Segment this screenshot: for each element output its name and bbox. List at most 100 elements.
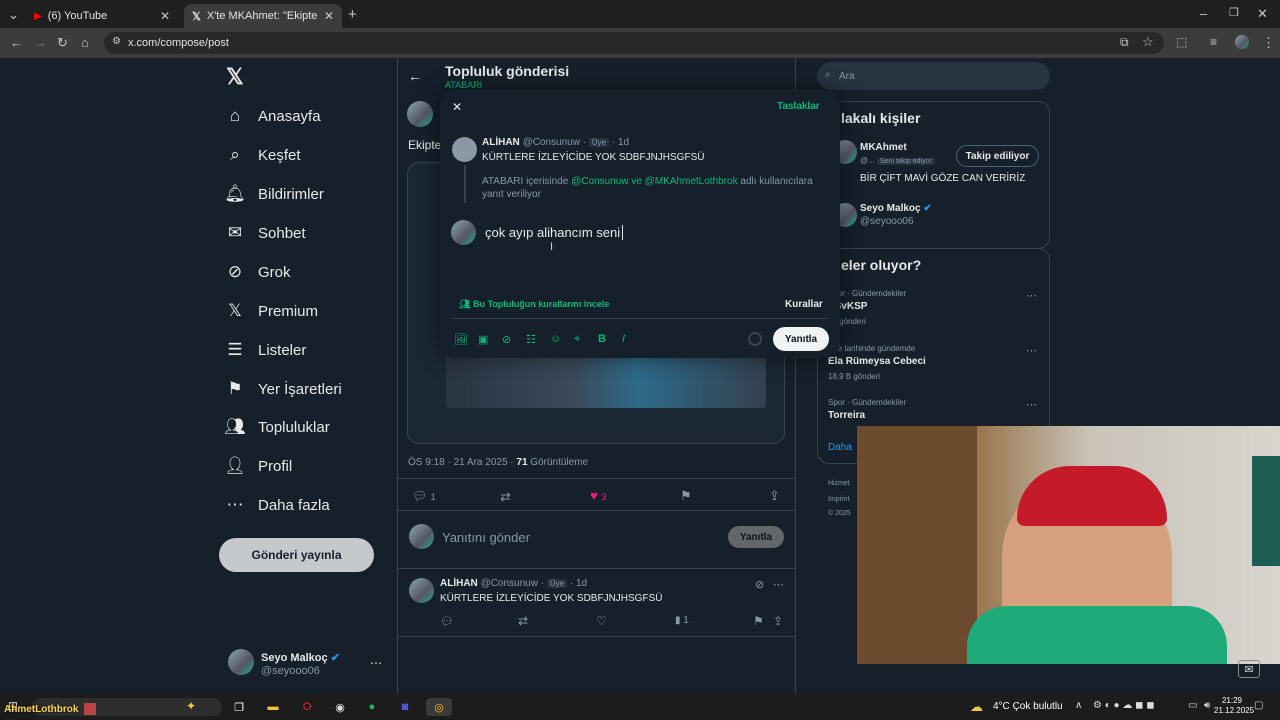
post-button[interactable]: Gönderi yayınla [219,538,374,572]
reply-author-name[interactable]: ALİHAN [440,578,478,589]
like-action[interactable]: ♥ 3 [590,488,606,503]
reload-icon[interactable]: ↻ [57,35,68,51]
sidebar-item-notifications[interactable]: 🔔︎ Bildirimler [224,179,324,209]
reply-submit-button[interactable]: Yanıtla [728,526,784,548]
heart-icon[interactable]: ♡ [596,614,607,628]
drafts-button[interactable]: Taslaklar [777,101,820,112]
restore-icon[interactable]: ❐ [1229,6,1239,19]
trend-more-icon[interactable]: ⋯ [1026,289,1037,302]
person-name-row[interactable]: Seyo Malkoç ✔ [860,203,932,214]
bold-icon[interactable]: B [598,333,606,345]
reply-context-users[interactable]: @Consunuw ve @MKAhmetLothbrok [571,176,738,187]
bookmark-icon[interactable]: ⚑ [680,488,692,504]
compose-textarea[interactable]: çok ayıp alihancım seni [485,225,624,240]
network-icon[interactable]: ▭ [1188,700,1197,711]
sidebar-item-profile[interactable]: 👤︎ Profil [224,451,292,481]
messages-drawer-icon[interactable]: ✉ [1238,660,1260,678]
site-info-icon[interactable]: ⚙ [112,36,121,47]
reply-icon[interactable]: 💬︎ [440,615,454,628]
url-field[interactable]: ⚙ x.com/compose/post [104,32,1164,54]
chrome-menu-icon[interactable]: ⋮ [1262,35,1275,51]
more-icon[interactable]: ⋯ [773,578,784,591]
extensions-icon[interactable]: ⬚ [1176,35,1187,49]
emoji-icon[interactable]: ☺ [550,333,561,345]
bookmark-star-icon[interactable]: ☆ [1142,34,1154,50]
tab-x[interactable]: 𝕏 X'te MKAhmet: "Ekipte ki tek k ✕ [184,4,342,28]
sidebar-item-explore[interactable]: ⌕ Keşfet [226,140,300,170]
window-close-icon[interactable]: ✕ [1257,6,1268,22]
install-app-icon[interactable]: ⧉ [1120,35,1129,50]
share-icon[interactable]: ⇪ [769,488,780,504]
post-author-avatar[interactable] [407,101,433,127]
bookmark-icon[interactable]: ⚑ [753,614,764,628]
community-rules-link[interactable]: 👥︎ Bu Topluluğun kurallarını incele [459,299,609,310]
share-icon[interactable]: ⇪ [773,614,783,628]
search-input[interactable]: ⌕ Ara [817,62,1050,90]
views-action[interactable]: ▮ 1 [675,615,689,626]
footer-link[interactable]: Hizmet [828,480,850,487]
new-tab-icon[interactable]: + [348,6,357,23]
home-icon[interactable]: ⌂ [81,35,89,50]
sidebar-item-bookmarks[interactable]: ⚑ Yer İşaretleri [226,374,341,404]
reply-action[interactable]: 💬︎ 1 [412,489,436,503]
tab-youtube[interactable]: ▶ (6) YouTube ✕ [26,4,178,28]
discord-icon[interactable]: ◙ [395,698,415,716]
obs-icon[interactable]: ◉ [330,698,350,716]
tray-chevron-icon[interactable]: ∧ [1075,700,1082,711]
sidebar-item-home[interactable]: ⌂ Anasayfa [226,101,321,131]
spotify-icon[interactable]: ● [362,698,382,716]
tray-app-icons[interactable]: ⚙ ◐ ● ☁ ◼ ◼ [1093,700,1155,711]
opera-icon[interactable]: O [297,698,317,716]
account-more-icon[interactable]: ⋯ [370,656,382,670]
repost-icon[interactable]: ⇄ [518,614,528,628]
reply-input[interactable]: Yanıtını gönder [442,530,530,545]
task-view-icon[interactable]: ❐ [229,698,249,716]
italic-icon[interactable]: I [622,333,625,345]
person-name[interactable]: MKAhmet [860,142,907,153]
close-tab-icon[interactable]: ✕ [324,9,334,23]
location-icon[interactable]: ⌖ [574,333,580,346]
grok-icon[interactable]: ⊘ [755,578,764,591]
notification-icon[interactable]: ▢ [1254,700,1263,711]
trend-name[interactable]: Ela Rümeysa Cebeci [828,356,926,367]
minimize-icon[interactable]: – [1200,6,1207,21]
back-arrow-icon[interactable]: ← [408,68,422,84]
chrome-icon[interactable]: ◎ [426,698,452,716]
media-icon[interactable]: 🖼︎ [454,333,468,346]
community-name[interactable]: ATABARI [445,80,482,90]
sidebar-item-lists[interactable]: ☰ Listeler [226,335,306,365]
close-tab-icon[interactable]: ✕ [160,9,170,23]
rules-button[interactable]: Kurallar [785,299,823,310]
footer-link[interactable]: Imprint [828,496,849,503]
clock[interactable]: 21:29 21.12.2025 [1214,696,1254,716]
file-explorer-icon[interactable]: ▬ [263,698,283,716]
grok-icon[interactable]: ⊘ [502,333,511,346]
account-avatar[interactable] [228,649,254,675]
sidebar-item-messages[interactable]: ✉ Sohbet [226,218,306,248]
reply-author-avatar[interactable] [409,578,434,603]
account-name[interactable]: Seyo Malkoç ✔ [261,651,340,664]
volume-icon[interactable]: 🔊︎ [1204,700,1210,711]
trend-more-icon[interactable]: ⋯ [1026,344,1037,357]
tab-search-icon[interactable]: ⌄ [8,7,19,23]
repost-icon[interactable]: ⇄ [500,489,511,505]
weather-widget[interactable]: 4°C Çok bulutlu [993,701,1063,712]
show-more-link[interactable]: Daha [828,442,852,453]
profile-avatar[interactable] [1235,35,1249,49]
forward-icon[interactable]: → [34,35,47,50]
media-control-icon[interactable]: ≡ [1210,35,1217,49]
modal-reply-button[interactable]: Yanıtla [773,327,829,351]
sidebar-item-premium[interactable]: 𝕏 Premium [226,296,318,326]
poll-icon[interactable]: ☷ [526,333,536,346]
composer-avatar [451,220,476,245]
gif-icon[interactable]: ▣ [478,333,488,346]
sidebar-item-grok[interactable]: ⊘ Grok [226,257,291,287]
trend-name[interactable]: Torreira [828,410,865,421]
sidebar-item-communities[interactable]: 👥︎ Topluluklar [224,412,330,442]
trend-more-icon[interactable]: ⋯ [1026,398,1037,411]
x-logo-icon[interactable]: 𝕏 [226,64,244,90]
following-button[interactable]: Takip ediliyor [956,145,1039,167]
back-icon[interactable]: ← [10,35,23,50]
sidebar-item-more[interactable]: ⋯ Daha fazla [226,490,330,520]
close-icon[interactable]: ✕ [452,100,462,114]
